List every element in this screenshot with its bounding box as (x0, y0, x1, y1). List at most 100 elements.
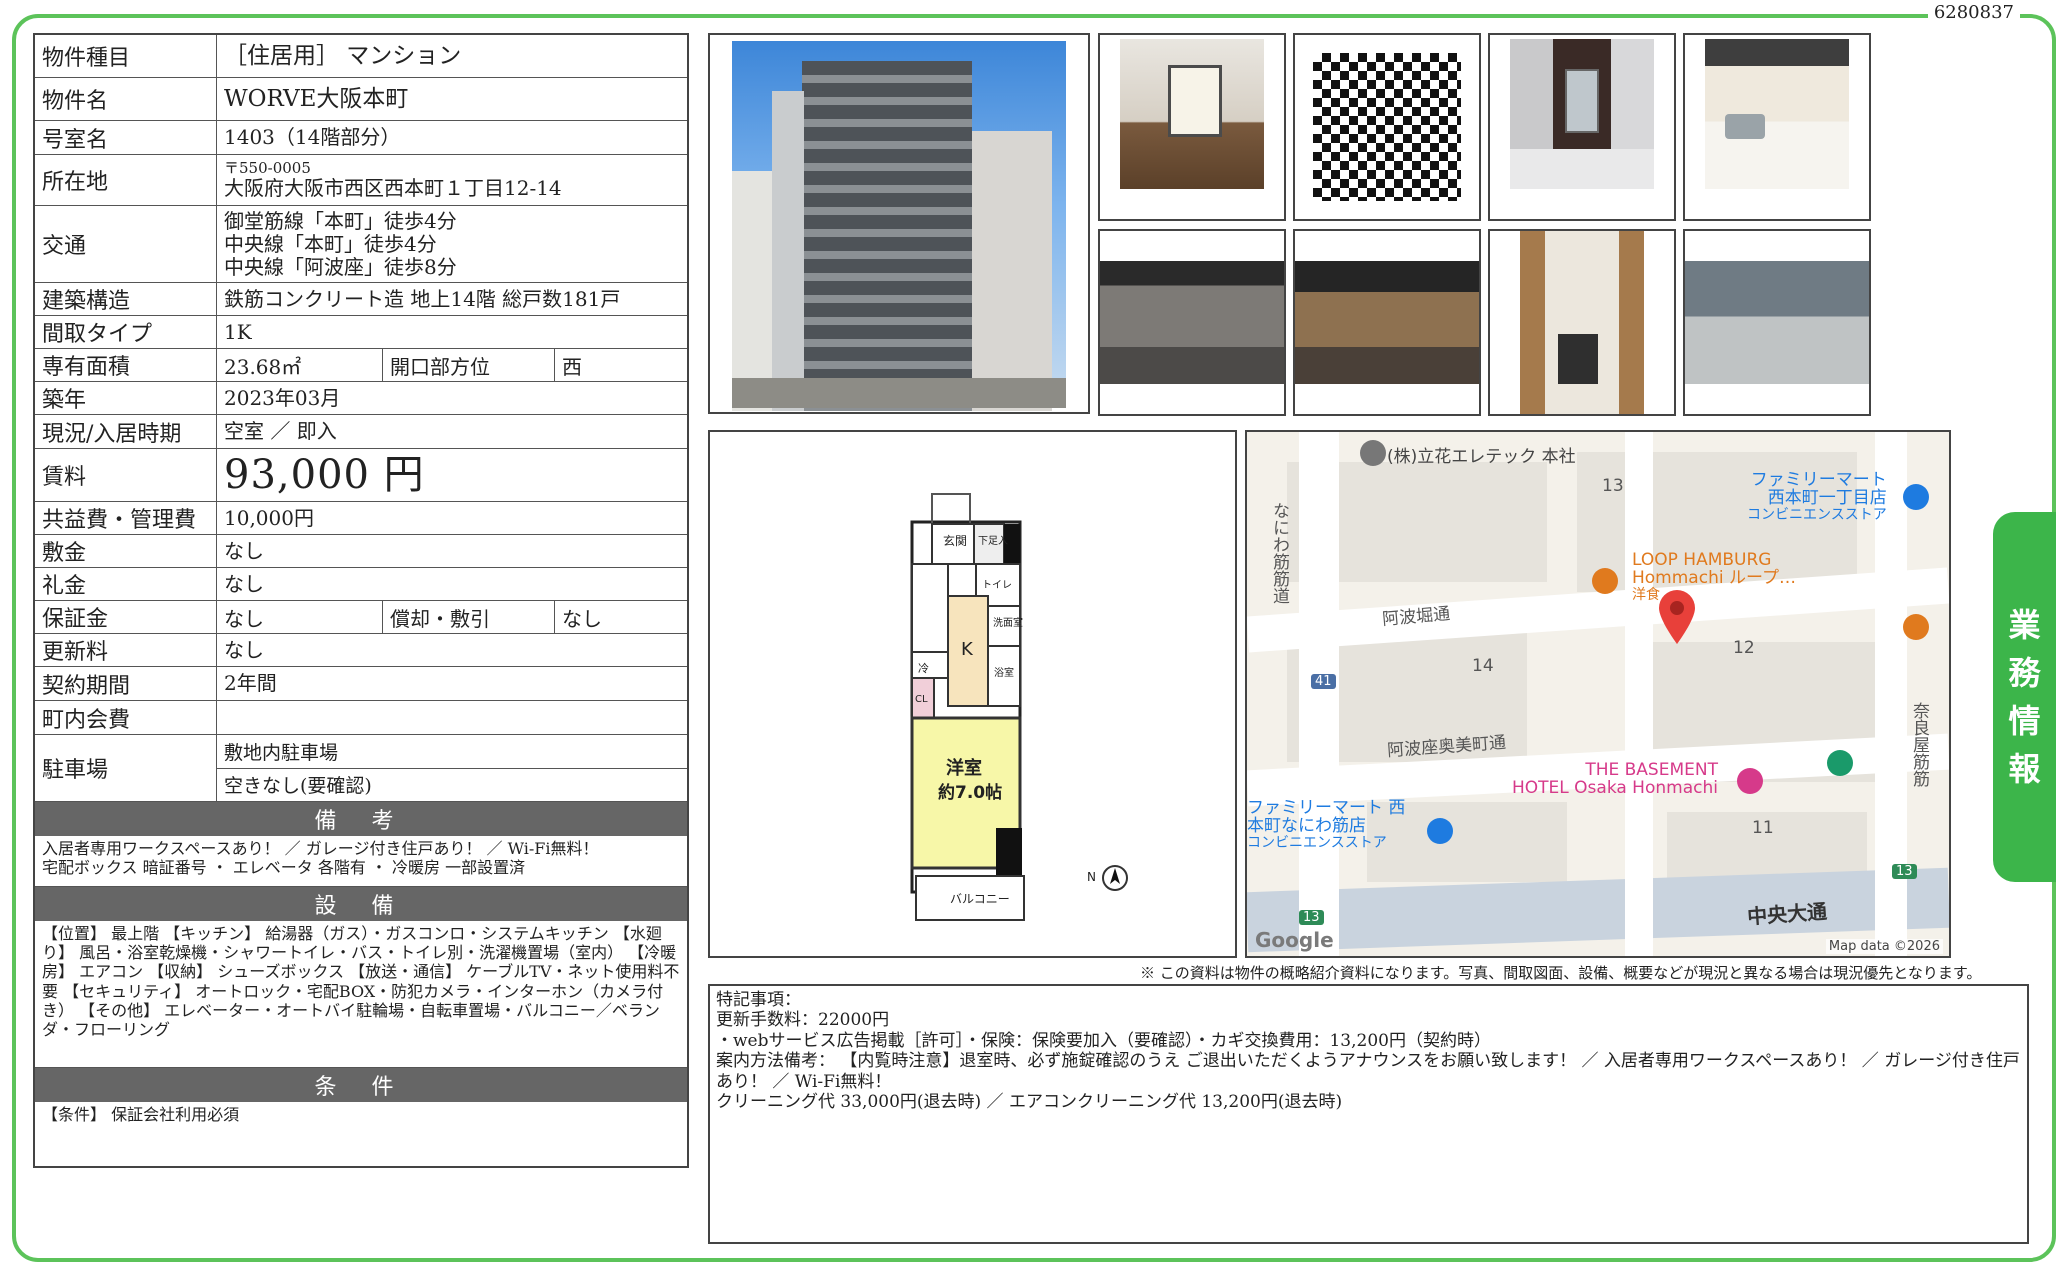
remarks-title: 備 考 (35, 802, 687, 836)
parking-availability: 空きなし(要確認) (217, 767, 687, 802)
special-notes-line: 案内方法備考： 【内覧時注意】退室時、必ず施錠確認のうえ ご退出いただくようアナ… (716, 1051, 2020, 1092)
block-number: 12 (1733, 638, 1755, 658)
fee-value: 10,000円 (224, 505, 314, 530)
bath-label: 浴室 (994, 668, 1014, 679)
street-chuo-odori: 中央大通 (1746, 899, 1828, 929)
conditions-text: 【条件】 保証会社利用必須 (42, 1105, 240, 1124)
bathroom-photo[interactable] (1488, 33, 1676, 221)
park-icon (1827, 750, 1853, 776)
floor-plan[interactable]: 玄関 下足入 トイレ 洗面室 浴室 K 冷 CL 洋室 約7.0帖 バルコニー … (708, 430, 1237, 958)
layout-value: 1K (224, 319, 252, 344)
keymoney-value: なし (224, 571, 264, 596)
street-naniwasuji: なにわ筋筋道 (1269, 502, 1289, 604)
room-size: 約7.0帖 (938, 783, 1003, 803)
business-info-tab[interactable]: 業 務 情 報 (1993, 512, 2056, 882)
guarantee-value: なし (217, 601, 383, 633)
restaurant-icon (1592, 568, 1618, 594)
block-number: 14 (1472, 656, 1494, 676)
direction-value: 西 (562, 354, 582, 379)
convenience-store-icon (1427, 818, 1453, 844)
equipment-text: 【位置】 最上階 【キッチン】 給湯器（ガス）・ガスコンロ・システムキッチン 【… (35, 921, 687, 1068)
fridge-label: 冷 (918, 662, 929, 675)
special-notes-title: 特記事項： (716, 990, 801, 1010)
convenience-store-icon (1903, 484, 1929, 510)
equipment-title: 設 備 (35, 887, 687, 921)
toilet-label: トイレ (982, 580, 1012, 591)
block-number: 13 (1602, 476, 1624, 496)
block-number: 11 (1752, 818, 1774, 838)
town-label: 町内会費 (35, 701, 217, 734)
garage-photo[interactable] (1683, 229, 1871, 416)
conditions-title: 条 件 (35, 1068, 687, 1102)
street-narayasuji: 奈良屋筋筋 (1909, 702, 1929, 787)
tab-char: 報 (2008, 750, 2041, 788)
access-label: 交通 (35, 206, 217, 282)
status-label: 現況/入居時期 (35, 415, 217, 448)
access-line: 御堂筋線「本町」徒歩4分 (224, 208, 457, 233)
room-name: 洋室 (946, 758, 982, 779)
amort-label: 償却・敷引 (383, 601, 555, 633)
map-attribution: Map data ©2026 (1825, 939, 1943, 954)
direction-label: 開口部方位 (383, 349, 555, 381)
type-label: 物件種目 (35, 35, 217, 77)
area-label: 専有面積 (35, 349, 217, 381)
map-poi-familymart-1: ファミリーマート 西本町一丁目店 コンビニエンスストア (1747, 470, 1887, 523)
hotel-icon (1737, 768, 1763, 794)
fee-label: 共益費・管理費 (35, 502, 217, 534)
building-exterior-photo[interactable] (708, 33, 1090, 414)
access-line: 中央線「本町」徒歩4分 (224, 231, 437, 256)
restaurant-icon (1903, 614, 1929, 640)
map-poi-basement-hotel: THE BASEMENT HOTEL Osaka Honmachi (1512, 760, 1718, 798)
north-label: N (1087, 870, 1096, 884)
route-41-badge: 41 (1311, 674, 1336, 689)
layout-label: 間取タイプ (35, 316, 217, 348)
closet-label: CL (915, 694, 928, 705)
tab-char: 務 (2008, 654, 2041, 692)
name-value: WORVE大阪本町 (224, 85, 409, 112)
contract-value: 2年間 (224, 671, 277, 695)
kitchen-label: K (961, 639, 973, 660)
interior-room-photo[interactable] (1098, 33, 1286, 221)
entrance-label: 玄関 (943, 534, 968, 548)
remarks-text: 入居者専用ワークスペースあり！ ／ ガレージ付き住戸あり！ ／ Wi-Fi無料！… (35, 836, 687, 887)
location-map[interactable]: (株)立花エレテック 本社 ファミリーマート 西本町一丁目店 コンビニエンスストア … (1245, 430, 1951, 958)
type-value: ［住居用］ マンション (224, 42, 462, 69)
amort-value: なし (562, 606, 602, 631)
google-logo: Google (1255, 928, 1334, 952)
deposit-value: なし (224, 538, 264, 563)
property-info-table: 物件種目 ［住居用］ マンション 物件名 WORVE大阪本町 号室名 1403（14階… (33, 33, 689, 1168)
special-notes-line: ・webサービス広告掲載［許可］・保険：保険要加入（要確認）・カギ交換費用：13… (716, 1030, 1491, 1051)
route-13-badge: 13 (1299, 910, 1324, 925)
structure-value: 鉄筋コンクリート造 地上14階 総戸数181戸 (224, 286, 621, 311)
rent-label: 賃料 (35, 449, 217, 501)
tab-char: 業 (2008, 606, 2041, 644)
renewal-value: なし (224, 637, 264, 662)
name-label: 物件名 (35, 78, 217, 120)
rent-value: 93,000 円 (224, 452, 425, 498)
floor-plan-drawing (910, 493, 1128, 921)
access-line: 中央線「阿波座」徒歩8分 (224, 254, 457, 279)
workspace-photo[interactable] (1293, 229, 1481, 416)
renewal-label: 更新料 (35, 634, 217, 666)
document-id: 6280837 (1927, 2, 2020, 23)
lobby-photo[interactable] (1098, 229, 1286, 416)
guarantee-label: 保証金 (35, 601, 217, 633)
address-value: 大阪府大阪市西区西本町１丁目12-14 (224, 176, 562, 201)
tab-char: 情 (2008, 702, 2041, 740)
special-notes-line: 更新手数料：22000円 (716, 1010, 890, 1031)
map-poi-familymart-2: ファミリーマート 西本町なにわ筋店 コンビニエンスストア (1247, 798, 1406, 851)
shoe-box-label: 下足入 (978, 536, 1008, 547)
balcony-label: バルコニー (950, 892, 1010, 906)
keymoney-label: 礼金 (35, 568, 217, 600)
map-poi-pin-icon (1360, 440, 1386, 466)
qr-code[interactable] (1293, 33, 1481, 221)
washroom-label: 洗面室 (993, 618, 1023, 629)
parking-value: 敷地内駐車場 (224, 741, 339, 764)
room-label: 号室名 (35, 121, 217, 154)
kitchen-photo[interactable] (1683, 33, 1871, 221)
map-poi-tachibana: (株)立花エレテック 本社 (1387, 447, 1576, 467)
route-13-badge: 13 (1892, 864, 1917, 879)
deposit-label: 敷金 (35, 535, 217, 567)
built-value: 2023年03月 (224, 385, 341, 410)
booth-photo[interactable] (1488, 229, 1676, 416)
